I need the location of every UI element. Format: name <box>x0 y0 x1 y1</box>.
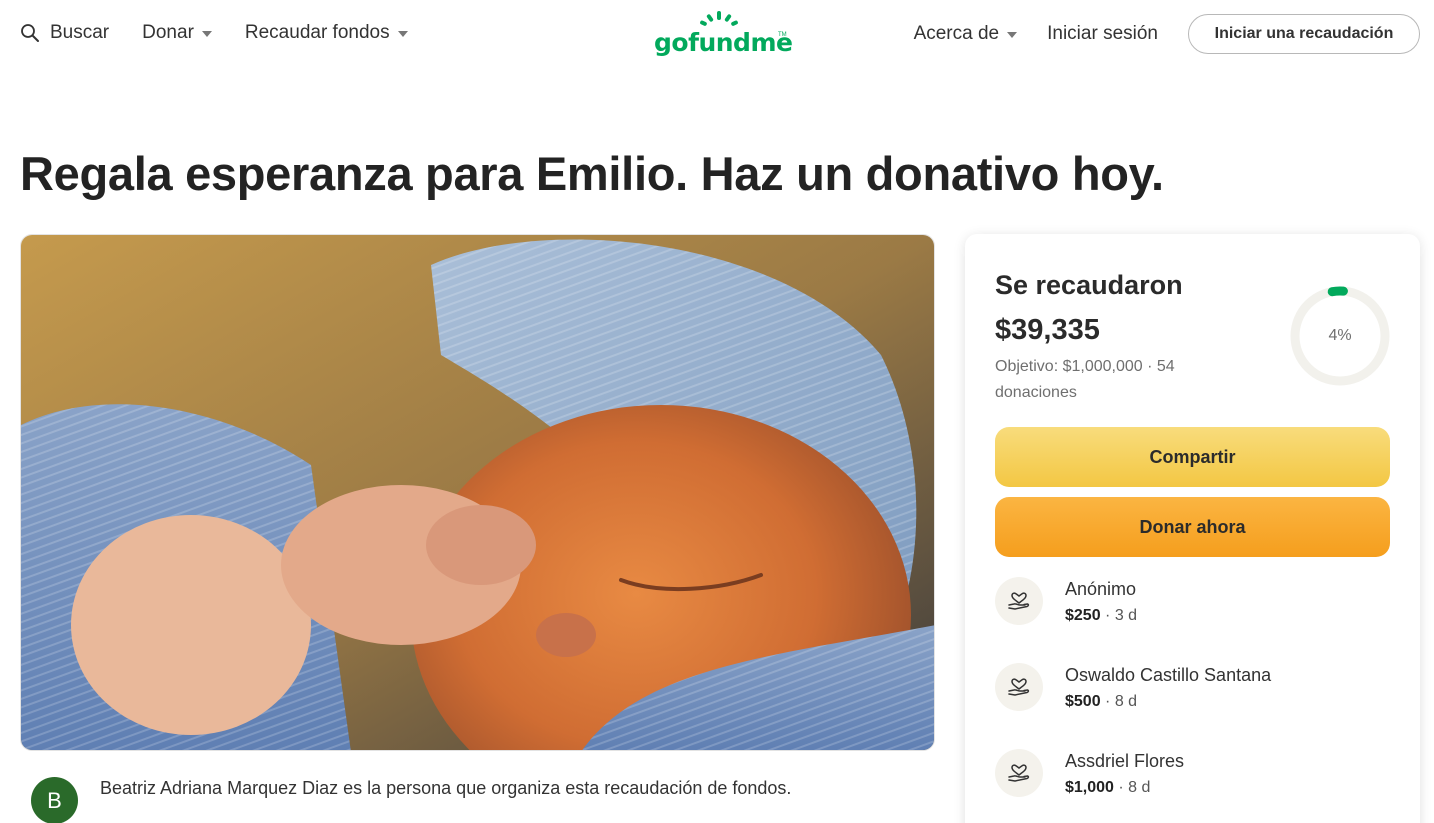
donation-amount: $500 <box>1065 693 1101 710</box>
fundraise-menu[interactable]: Recaudar fondos <box>245 22 408 44</box>
search-label: Buscar <box>50 22 110 43</box>
organizer-text: Beatriz Adriana Marquez Diaz es la perso… <box>100 778 792 798</box>
top-navigation: Buscar Donar Recaudar fondos gofundme TM… <box>0 0 1434 70</box>
login-label: Iniciar sesión <box>1047 23 1158 44</box>
chevron-down-icon <box>397 31 408 37</box>
share-button[interactable]: Compartir <box>995 427 1390 487</box>
logo-trademark: TM <box>778 32 787 38</box>
about-menu[interactable]: Acerca de <box>914 23 1018 45</box>
donation-meta: $1,000 · 8 d <box>1065 779 1150 797</box>
goal-and-donation-count: Objetivo: $1,000,000 · 54 donaciones <box>995 358 1175 401</box>
start-fundraiser-button[interactable]: Iniciar una recaudación <box>1188 14 1420 54</box>
heart-hand-icon <box>995 663 1043 711</box>
donate-menu[interactable]: Donar <box>142 22 212 44</box>
donor-name: Oswaldo Castillo Santana <box>1065 665 1272 685</box>
donation-item: Anónimo $250 · 3 d <box>995 577 1390 663</box>
donation-time: · 3 d <box>1105 607 1138 624</box>
donor-name: Assdriel Flores <box>1065 751 1185 771</box>
recent-donations-list: Anónimo $250 · 3 d Oswaldo Castillo Sant… <box>995 577 1390 823</box>
donate-menu-label: Donar <box>142 22 194 43</box>
donation-item: Assdriel Flores $1,000 · 8 d <box>995 749 1390 823</box>
heart-hand-icon <box>995 749 1043 797</box>
raised-label: Se recaudaron <box>995 270 1183 300</box>
progress-percent: 4% <box>1328 327 1352 344</box>
gofundme-logo[interactable]: gofundme TM <box>650 10 793 60</box>
donation-time: · 8 d <box>1118 779 1151 796</box>
baby-photo-illustration <box>21 235 934 750</box>
nav-left: Buscar Donar Recaudar fondos <box>20 22 441 44</box>
search-link[interactable]: Buscar <box>20 22 109 44</box>
chevron-down-icon <box>1007 32 1018 38</box>
search-icon <box>20 23 40 43</box>
about-menu-label: Acerca de <box>913 23 1000 44</box>
donation-amount: $250 <box>1065 607 1101 624</box>
login-link[interactable]: Iniciar sesión <box>1047 23 1158 45</box>
campaign-photo[interactable] <box>20 234 935 751</box>
page-title: Regala esperanza para Emilio. Haz un don… <box>20 147 1164 200</box>
donation-meta: $500 · 8 d <box>1065 693 1137 711</box>
donate-now-button[interactable]: Donar ahora <box>995 497 1390 557</box>
avatar[interactable]: B <box>31 777 78 823</box>
donation-card: Se recaudaron $39,335 Objetivo: $1,000,0… <box>965 234 1420 823</box>
chevron-down-icon <box>201 31 212 37</box>
logo-sun-icon <box>700 11 738 26</box>
raised-amount: $39,335 <box>995 314 1100 346</box>
nav-right: Acerca de Iniciar sesión Iniciar una rec… <box>914 14 1420 54</box>
donation-meta: $250 · 3 d <box>1065 607 1137 625</box>
donation-item: Oswaldo Castillo Santana $500 · 8 d <box>995 663 1390 749</box>
donation-time: · 8 d <box>1105 693 1138 710</box>
donor-name: Anónimo <box>1065 579 1137 599</box>
logo-wordmark: gofundme <box>654 28 793 57</box>
donation-amount: $1,000 <box>1065 779 1114 796</box>
fundraise-menu-label: Recaudar fondos <box>244 22 390 43</box>
heart-hand-icon <box>995 577 1043 625</box>
